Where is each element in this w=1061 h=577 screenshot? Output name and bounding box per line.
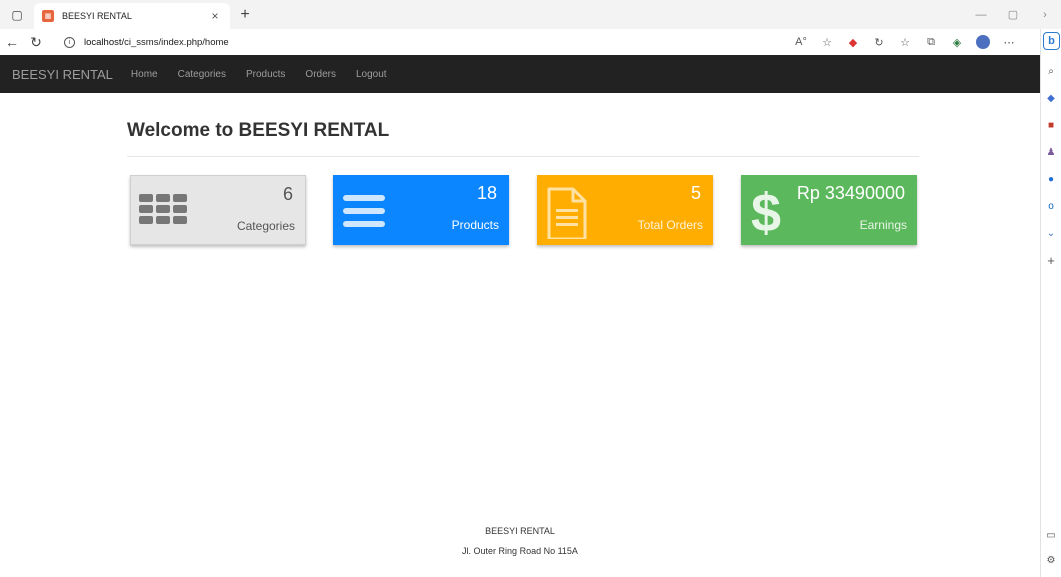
extension-icon[interactable]: ◆ bbox=[840, 36, 866, 49]
url-path: ci_ssms/index.php/home bbox=[124, 36, 229, 48]
back-arrow-icon[interactable]: ← bbox=[0, 34, 24, 50]
footer-address: Jl. Outer Ring Road No 115A bbox=[462, 546, 578, 556]
outlook-icon[interactable]: o bbox=[1044, 200, 1058, 214]
document-icon bbox=[547, 187, 587, 239]
favicon-icon: ▦ bbox=[42, 10, 54, 22]
collections-icon[interactable]: ⧉ bbox=[918, 36, 944, 49]
add-app-icon[interactable]: + bbox=[1044, 254, 1058, 268]
extension-icon-2[interactable]: ◈ bbox=[944, 36, 970, 49]
search-icon[interactable]: ⌕ bbox=[1044, 65, 1058, 79]
browser-tab[interactable]: ▦ BEESYI RENTAL × bbox=[34, 3, 230, 29]
categories-label: Categories bbox=[236, 219, 295, 233]
earnings-amount: Rp 33490000 bbox=[796, 183, 905, 203]
nav-item-orders[interactable]: Orders bbox=[295, 69, 346, 80]
divider bbox=[127, 156, 919, 157]
categories-card[interactable]: 6 Categories bbox=[130, 175, 306, 245]
orders-count: 5 bbox=[690, 183, 701, 203]
drop-icon[interactable]: ⌄ bbox=[1044, 227, 1058, 241]
new-tab-button[interactable]: + bbox=[234, 4, 256, 26]
read-aloud-icon[interactable]: A° bbox=[788, 36, 814, 48]
url-field[interactable]: i localhost/ci_ssms/index.php/home bbox=[56, 32, 780, 52]
tab-strip: ▢ ▦ BEESYI RENTAL × + — ▢ › bbox=[0, 0, 1061, 29]
products-label: Products bbox=[451, 218, 499, 232]
navbar-brand[interactable]: BEESYI RENTAL bbox=[12, 67, 113, 82]
maximize-icon[interactable]: ▢ bbox=[997, 8, 1029, 21]
earnings-label: Earnings bbox=[859, 218, 907, 232]
sidebar-toggle-icon[interactable]: ▢ bbox=[0, 0, 34, 29]
tools-icon[interactable]: ■ bbox=[1044, 119, 1058, 133]
nav-item-home[interactable]: Home bbox=[121, 69, 168, 80]
minimize-icon[interactable]: — bbox=[965, 9, 997, 21]
url-host: localhost/ bbox=[84, 36, 125, 48]
window-controls: — ▢ › bbox=[965, 0, 1061, 29]
products-count: 18 bbox=[476, 183, 497, 203]
page-title: Welcome to BEESYI RENTAL bbox=[127, 120, 390, 141]
more-icon[interactable]: ⋯ bbox=[996, 36, 1022, 49]
svg-text:$: $ bbox=[751, 183, 781, 239]
nav-item-products[interactable]: Products bbox=[236, 69, 295, 80]
refresh-icon[interactable]: ↻ bbox=[24, 34, 48, 51]
nav-item-categories[interactable]: Categories bbox=[168, 69, 236, 80]
profile-avatar-icon[interactable] bbox=[976, 35, 990, 49]
edge-sidebar: b ⌕ ◆ ■ ♟ ● o ⌄ + ▭ ⚙ bbox=[1040, 29, 1061, 577]
info-icon[interactable]: i bbox=[64, 36, 75, 48]
app-navbar: BEESYI RENTAL Home Categories Products O… bbox=[0, 55, 1040, 93]
footer-company-name: BEESYI RENTAL bbox=[485, 526, 555, 536]
categories-count: 6 bbox=[282, 184, 293, 204]
close-icon[interactable]: × bbox=[208, 9, 222, 23]
orders-card[interactable]: 5 Total Orders bbox=[537, 175, 713, 245]
tab-title: BEESYI RENTAL bbox=[62, 11, 132, 21]
extensions-puzzle-icon[interactable]: ↻ bbox=[866, 36, 892, 49]
games-icon[interactable]: ♟ bbox=[1044, 146, 1058, 160]
earnings-card[interactable]: $ Rp 33490000 Earnings bbox=[741, 175, 917, 245]
split-screen-icon[interactable]: ▭ bbox=[1044, 529, 1058, 543]
browser-toolbar: A° ☆ ◆ ↻ ☆ ⧉ ◈ ⋯ bbox=[788, 35, 1022, 49]
grid-icon bbox=[139, 194, 187, 224]
address-bar: ← ↻ i localhost/ci_ssms/index.php/home A… bbox=[0, 29, 1040, 55]
settings-icon[interactable]: ⚙ bbox=[1044, 554, 1058, 568]
favorite-star-icon[interactable]: ☆ bbox=[814, 36, 840, 49]
browser-window: ▢ ▦ BEESYI RENTAL × + — ▢ › ← ↻ i localh… bbox=[0, 0, 1061, 577]
office-icon[interactable]: ● bbox=[1044, 173, 1058, 187]
favorites-icon[interactable]: ☆ bbox=[892, 36, 918, 49]
nav-item-logout[interactable]: Logout bbox=[346, 69, 397, 80]
bing-icon[interactable]: b bbox=[1043, 32, 1060, 50]
list-icon bbox=[343, 195, 385, 227]
window-close-icon[interactable]: › bbox=[1029, 9, 1061, 21]
orders-label: Total Orders bbox=[637, 218, 703, 232]
shopping-icon[interactable]: ◆ bbox=[1044, 92, 1058, 106]
products-card[interactable]: 18 Products bbox=[333, 175, 509, 245]
